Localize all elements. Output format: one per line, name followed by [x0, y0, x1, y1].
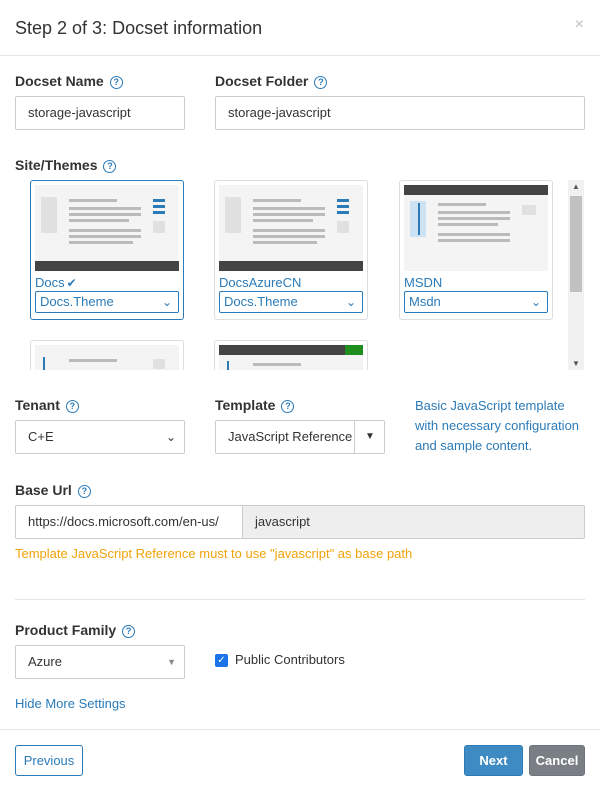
theme-thumbnail — [219, 345, 363, 370]
tenant-value: C+E — [28, 429, 54, 444]
themes-label: Site/Themes? — [15, 157, 117, 173]
base-url-warning: Template JavaScript Reference must to us… — [15, 546, 413, 561]
theme-card-docs[interactable]: Docs ✔ Docs.Theme ⌄ — [30, 180, 184, 320]
docset-folder-label: Docset Folder? — [215, 73, 328, 89]
caret-down-icon: ▼ — [167, 657, 176, 667]
hide-more-settings-link[interactable]: Hide More Settings — [15, 694, 126, 714]
docset-name-label: Docset Name? — [15, 73, 123, 89]
cancel-button[interactable]: Cancel — [529, 745, 585, 776]
theme-thumbnail — [219, 185, 363, 271]
chevron-down-icon: ⌄ — [165, 430, 176, 444]
docset-folder-label-text: Docset Folder — [215, 73, 309, 89]
docset-name-input[interactable]: storage-javascript — [15, 96, 185, 130]
tenant-select[interactable]: C+E ⌄ — [15, 420, 185, 454]
theme-select-msdn[interactable]: Msdn ⌄ — [404, 291, 548, 313]
theme-card-partial[interactable] — [214, 340, 368, 370]
theme-thumbnail — [35, 345, 179, 370]
base-url-prefix: https://docs.microsoft.com/en-us/ — [15, 505, 242, 539]
template-value: JavaScript Reference — [228, 429, 353, 444]
previous-button[interactable]: Previous — [15, 745, 83, 776]
theme-select-value: Docs.Theme — [224, 294, 298, 309]
public-contributors-checkbox[interactable]: ✓ — [215, 654, 228, 667]
help-icon[interactable]: ? — [122, 625, 136, 638]
chevron-down-icon: ⌄ — [345, 295, 356, 309]
next-button[interactable]: Next — [464, 745, 523, 776]
docset-name-label-text: Docset Name — [15, 73, 104, 89]
themes-scrollbar[interactable]: ▲ ▼ — [568, 180, 584, 370]
public-contributors-label: Public Contributors — [235, 652, 345, 667]
chevron-down-icon: ⌄ — [161, 295, 172, 309]
close-icon[interactable]: × — [575, 16, 584, 34]
theme-thumbnail — [35, 185, 179, 271]
theme-card-msdn[interactable]: MSDN Msdn ⌄ — [399, 180, 553, 320]
theme-card-name: DocsAzureCN — [219, 275, 302, 290]
themes-gallery: Docs ✔ Docs.Theme ⌄ DocsAzureCN Docs.The… — [15, 180, 585, 370]
scroll-down-icon[interactable]: ▼ — [572, 359, 580, 368]
product-family-label: Product Family? — [15, 622, 136, 638]
theme-select-docsazurecn[interactable]: Docs.Theme ⌄ — [219, 291, 363, 313]
tenant-label-text: Tenant — [15, 397, 60, 413]
help-icon[interactable]: ? — [109, 76, 123, 89]
themes-label-text: Site/Themes — [15, 157, 98, 173]
theme-name-docs: Docs — [35, 275, 65, 290]
docset-dialog: Step 2 of 3: Docset information × Docset… — [0, 0, 600, 787]
caret-down-icon[interactable]: ▼ — [354, 420, 385, 454]
theme-thumbnail — [404, 185, 548, 271]
theme-card-name: Docs ✔ — [35, 275, 77, 290]
template-label: Template? — [215, 397, 295, 413]
theme-select-value: Docs.Theme — [40, 294, 114, 309]
help-icon[interactable]: ? — [281, 400, 295, 413]
theme-card-docsazurecn[interactable]: DocsAzureCN Docs.Theme ⌄ — [214, 180, 368, 320]
help-icon[interactable]: ? — [65, 400, 79, 413]
tenant-label: Tenant? — [15, 397, 79, 413]
base-url-input: javascript — [242, 505, 585, 539]
theme-select-docs[interactable]: Docs.Theme ⌄ — [35, 291, 179, 313]
help-icon[interactable]: ? — [314, 76, 328, 89]
base-url-label-text: Base Url — [15, 482, 72, 498]
dialog-title: Step 2 of 3: Docset information — [15, 18, 263, 38]
product-family-label-text: Product Family — [15, 622, 117, 638]
help-icon[interactable]: ? — [103, 160, 117, 173]
template-description: Basic JavaScript template with necessary… — [415, 398, 580, 453]
section-divider — [15, 599, 585, 600]
dialog-header: Step 2 of 3: Docset information × — [0, 0, 600, 56]
help-icon[interactable]: ? — [77, 485, 91, 498]
docset-folder-input[interactable]: storage-javascript — [215, 96, 585, 130]
scroll-up-icon[interactable]: ▲ — [572, 182, 580, 191]
theme-select-value: Msdn — [409, 294, 441, 309]
scrollbar-thumb[interactable] — [570, 196, 582, 292]
theme-card-partial[interactable] — [30, 340, 184, 370]
footer-divider — [0, 729, 600, 730]
product-family-value: Azure — [28, 654, 62, 669]
chevron-down-icon: ⌄ — [530, 295, 541, 309]
check-icon: ✔ — [66, 276, 77, 290]
theme-card-name: MSDN — [404, 275, 443, 290]
template-label-text: Template — [215, 397, 276, 413]
base-url-label: Base Url? — [15, 482, 91, 498]
product-family-select[interactable]: Azure ▼ — [15, 645, 185, 679]
